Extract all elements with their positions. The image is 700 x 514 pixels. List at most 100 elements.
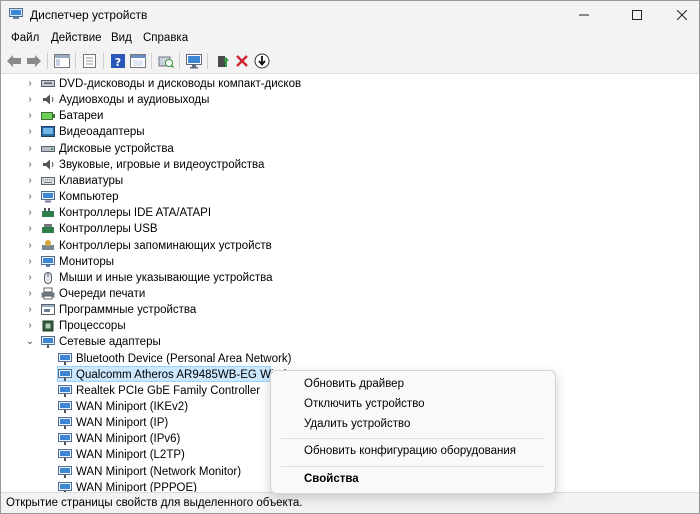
tree-category-label: Батареи bbox=[59, 110, 104, 123]
tree-category-label: Видеоадаптеры bbox=[59, 126, 145, 139]
update-driver-button[interactable] bbox=[253, 52, 271, 70]
chevron-right-icon[interactable]: › bbox=[25, 158, 35, 172]
tree-category-item[interactable]: › Контроллеры USB bbox=[1, 221, 699, 237]
tree-category-label: Контроллеры IDE ATA/ATAPI bbox=[59, 207, 212, 220]
monitor-button[interactable] bbox=[185, 52, 203, 70]
tree-category-item[interactable]: › Компьютер bbox=[1, 189, 699, 205]
tree-category-label: Дисковые устройства bbox=[59, 142, 174, 155]
menu-file[interactable]: Файл bbox=[11, 32, 39, 44]
tree-category-item[interactable]: › Мониторы bbox=[1, 254, 699, 270]
properties-button[interactable] bbox=[81, 52, 99, 70]
help-icon: ? bbox=[111, 54, 125, 69]
battery-icon bbox=[41, 112, 55, 121]
chevron-right-icon[interactable]: › bbox=[25, 319, 35, 333]
chevron-right-icon[interactable]: › bbox=[25, 109, 35, 123]
tree-category-item[interactable]: › Дисковые устройства bbox=[1, 141, 699, 157]
enable-device-icon bbox=[218, 56, 229, 67]
tree-category-item[interactable]: › Звуковые, игровые и видеоустройства bbox=[1, 157, 699, 173]
help-button[interactable]: ? bbox=[109, 52, 127, 70]
scan-hardware-button[interactable] bbox=[157, 52, 175, 70]
tree-category-label: Программные устройства bbox=[59, 304, 197, 317]
chevron-right-icon[interactable]: › bbox=[25, 222, 35, 236]
menu-separator bbox=[281, 438, 545, 439]
device-manager-icon bbox=[9, 8, 23, 19]
tree-category-item[interactable]: › Аудиовходы и аудиовыходы bbox=[1, 92, 699, 108]
chevron-right-icon[interactable]: › bbox=[25, 255, 35, 269]
menu-scan-hardware[interactable]: Обновить конфигурацию оборудования bbox=[271, 442, 555, 462]
menu-uninstall-device-label: Удалить устройство bbox=[304, 418, 411, 430]
tree-device-item[interactable]: Bluetooth Device (Personal Area Network) bbox=[1, 351, 699, 367]
network-adapter-icon bbox=[58, 449, 72, 462]
monitor-icon bbox=[186, 54, 202, 69]
tree-device-label: WAN Miniport (IP) bbox=[76, 417, 169, 430]
menu-update-driver[interactable]: Обновить драйвер bbox=[271, 375, 555, 395]
menu-action[interactable]: Действие bbox=[51, 32, 102, 44]
minimize-icon bbox=[579, 14, 589, 16]
chevron-right-icon[interactable]: › bbox=[25, 303, 35, 317]
tree-category-item[interactable]: › Батареи bbox=[1, 108, 699, 124]
usb-controller-icon bbox=[42, 224, 54, 234]
show-hidden-button[interactable] bbox=[129, 52, 147, 70]
close-button[interactable] bbox=[659, 1, 699, 29]
tree-category-item[interactable]: ⌄ Сетевые адаптеры bbox=[1, 334, 699, 350]
tree-category-item[interactable]: › Клавиатуры bbox=[1, 173, 699, 189]
chevron-right-icon[interactable]: › bbox=[25, 142, 35, 156]
title-bar: Диспетчер устройств bbox=[1, 1, 699, 29]
tree-device-label: WAN Miniport (IKEv2) bbox=[76, 401, 189, 413]
window-title: Диспетчер устройств bbox=[30, 8, 148, 22]
tree-category-item[interactable]: › Процессоры bbox=[1, 318, 699, 334]
chevron-right-icon[interactable]: › bbox=[25, 93, 35, 107]
chevron-right-icon[interactable]: › bbox=[25, 190, 35, 204]
tree-device-label: Bluetooth Device (Personal Area Network) bbox=[76, 352, 292, 365]
forward-button[interactable] bbox=[25, 52, 43, 70]
toolbar-separator bbox=[179, 53, 180, 69]
tree-device-label: Realtek PCIe GbE Family Controller bbox=[76, 384, 261, 397]
computer-icon bbox=[41, 191, 55, 203]
tree-category-item[interactable]: › DVD-дисководы и дисководы компакт-диско… bbox=[1, 76, 699, 92]
storage-controller-icon bbox=[42, 239, 54, 250]
tree-device-label: WAN Miniport (Network Monitor) bbox=[76, 465, 242, 478]
chevron-right-icon[interactable]: › bbox=[25, 174, 35, 188]
chevron-right-icon[interactable]: › bbox=[25, 77, 35, 91]
uninstall-device-button[interactable] bbox=[233, 52, 251, 70]
tree-category-item[interactable]: › Очереди печати bbox=[1, 286, 699, 302]
chevron-right-icon[interactable]: › bbox=[25, 125, 35, 139]
delete-x-icon bbox=[236, 55, 248, 67]
menu-disable-device[interactable]: Отключить устройство bbox=[271, 395, 555, 415]
tree-category-item[interactable]: › Контроллеры запоминающих устройств bbox=[1, 238, 699, 254]
tree-device-label: WAN Miniport (IPv6) bbox=[76, 433, 181, 446]
chevron-down-icon[interactable]: ⌄ bbox=[25, 335, 35, 349]
chevron-right-icon[interactable]: › bbox=[25, 239, 35, 253]
tree-category-label: Клавиатуры bbox=[59, 174, 124, 187]
tree-category-item[interactable]: › Видеоадаптеры bbox=[1, 124, 699, 140]
network-adapter-icon bbox=[58, 384, 72, 397]
chevron-right-icon[interactable]: › bbox=[25, 206, 35, 220]
window-icon bbox=[130, 54, 146, 68]
maximize-icon bbox=[632, 10, 642, 20]
chevron-right-icon[interactable]: › bbox=[25, 287, 35, 301]
tree-category-item[interactable]: › Программные устройства bbox=[1, 302, 699, 318]
menu-disable-device-label: Отключить устройство bbox=[304, 398, 425, 410]
chevron-right-icon[interactable]: › bbox=[25, 271, 35, 285]
maximize-button[interactable] bbox=[614, 1, 660, 29]
network-adapter-icon bbox=[58, 481, 72, 492]
menu-uninstall-device[interactable]: Удалить устройство bbox=[271, 415, 555, 435]
menu-help[interactable]: Справка bbox=[143, 32, 188, 44]
menu-view[interactable]: Вид bbox=[111, 32, 132, 44]
tree-category-item[interactable]: › Мыши и иные указывающие устройства bbox=[1, 270, 699, 286]
toolbar-separator bbox=[151, 53, 152, 69]
back-button[interactable] bbox=[5, 52, 23, 70]
tree-device-label: WAN Miniport (L2TP) bbox=[76, 449, 185, 462]
toolbar-separator bbox=[47, 53, 48, 69]
network-adapter-icon bbox=[58, 401, 72, 413]
show-hide-console-tree-button[interactable] bbox=[53, 52, 71, 70]
mouse-icon bbox=[44, 271, 52, 284]
toolbar-separator bbox=[207, 53, 208, 69]
context-menu: Обновить драйвер Отключить устройство Уд… bbox=[270, 370, 556, 494]
enable-device-button[interactable] bbox=[213, 52, 231, 70]
minimize-button[interactable] bbox=[561, 1, 607, 29]
tree-category-item[interactable]: › Контроллеры IDE ATA/ATAPI bbox=[1, 205, 699, 221]
network-adapter-icon bbox=[58, 352, 72, 365]
menu-properties[interactable]: Свойства bbox=[271, 470, 555, 490]
forward-arrow-icon bbox=[27, 55, 41, 67]
